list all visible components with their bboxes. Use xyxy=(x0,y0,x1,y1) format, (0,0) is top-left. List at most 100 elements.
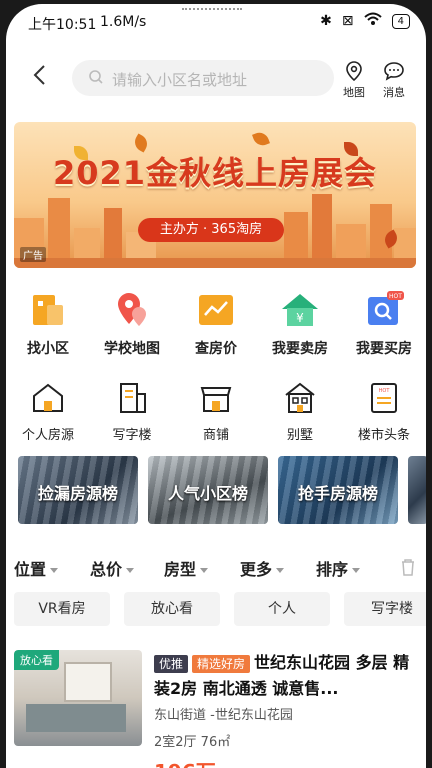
ranking-card-popular[interactable]: 人气小区榜 xyxy=(148,456,268,524)
grid-item-find-community[interactable]: 找小区 xyxy=(8,288,88,358)
chip-vr[interactable]: VR看房 xyxy=(14,592,110,626)
chevron-down-icon xyxy=(352,568,361,573)
sim-icon: ⊠ xyxy=(341,13,354,29)
filter-sort[interactable]: 排序 xyxy=(316,556,361,580)
sell-house-icon: ¥ xyxy=(260,288,340,332)
messages-button[interactable]: 消息 xyxy=(376,60,412,100)
banner-title: 2021金秋线上房展会 xyxy=(52,154,378,192)
filter-location[interactable]: 位置 xyxy=(14,556,59,580)
cabinet-graphic xyxy=(26,704,126,732)
map-label: 地图 xyxy=(343,86,365,99)
listing-title: 优推 精选好房 世纪东山花园 多层 精装2房 南北通透 诚意售... xyxy=(154,650,418,702)
filter-price[interactable]: 总价 xyxy=(90,556,135,580)
grid-item-label: 商铺 xyxy=(202,428,229,443)
grid-item-label: 别墅 xyxy=(286,428,313,443)
trash-icon xyxy=(402,559,414,576)
chevron-left-icon xyxy=(33,65,45,85)
grid-item-office[interactable]: 写字楼 xyxy=(92,376,172,443)
maple-leaf-icon xyxy=(252,130,270,148)
ranking-card-hot[interactable]: 抢手房源榜 xyxy=(278,456,398,524)
office-icon xyxy=(92,376,172,420)
chevron-down-icon xyxy=(50,568,59,573)
grid-item-label: 查房价 xyxy=(195,341,237,357)
quick-filter-chips: VR看房 放心看 个人 写字楼 xyxy=(14,592,426,628)
grid-item-school-map[interactable]: 学校地图 xyxy=(92,288,172,358)
chevron-down-icon xyxy=(200,568,209,573)
shop-icon xyxy=(176,376,256,420)
battery-icon: 4 xyxy=(391,13,410,29)
map-pin-icon xyxy=(346,61,362,82)
status-icons: ✱ ⊠ 4 xyxy=(320,12,410,30)
status-bar: 上午10:51 1.6M/s ✱ ⊠ 4 xyxy=(6,4,426,40)
grid-item-house-price[interactable]: 查房价 xyxy=(176,288,256,358)
grid-item-property-news[interactable]: HOT 楼市头条 xyxy=(344,376,424,443)
grid-item-sell-house[interactable]: ¥ 我要卖房 xyxy=(260,288,340,358)
secondary-feature-grid: 个人房源 写字楼 商铺 别墅 HOT 楼市头条 xyxy=(6,376,426,443)
grid-item-buy-house[interactable]: HOT 我要买房 xyxy=(344,288,424,358)
ranking-card-bargain[interactable]: 捡漏房源榜 xyxy=(18,456,138,524)
ranking-card-title: 抢手房源榜 xyxy=(297,484,378,503)
news-icon: HOT xyxy=(344,376,424,420)
grid-item-label: 我要卖房 xyxy=(272,341,328,357)
filter-bar: 位置 总价 房型 更多 排序 xyxy=(6,556,426,582)
back-button[interactable] xyxy=(26,60,56,90)
filter-more[interactable]: 更多 xyxy=(240,556,285,580)
ranking-card-partial[interactable] xyxy=(408,456,426,524)
main-feature-grid: 找小区 学校地图 查房价 ¥ 我要卖房 HOT 我要买房 xyxy=(6,288,426,358)
filter-layout[interactable]: 房型 xyxy=(164,556,209,580)
grid-item-shop[interactable]: 商铺 xyxy=(176,376,256,443)
chip-office[interactable]: 写字楼 xyxy=(344,592,426,626)
search-icon xyxy=(88,69,104,89)
app-screen: 上午10:51 1.6M/s ✱ ⊠ 4 请输入小区名或地址 地图 消息 202… xyxy=(6,4,426,768)
grid-item-label: 楼市头条 xyxy=(357,428,410,443)
chip-trusted[interactable]: 放心看 xyxy=(124,592,220,626)
promoted-badge: 优推 xyxy=(154,654,189,673)
grid-item-label: 学校地图 xyxy=(104,341,160,357)
hot-badge: HOT xyxy=(379,388,391,394)
grid-item-label: 个人房源 xyxy=(21,428,74,443)
listing-spec: 2室2厅 76㎡ xyxy=(154,735,231,750)
school-map-icon xyxy=(92,288,172,332)
villa-icon xyxy=(260,376,340,420)
grid-item-label: 找小区 xyxy=(27,341,69,357)
listing-location: 东山街道 -世纪东山花园 xyxy=(154,708,293,723)
window-graphic xyxy=(64,662,112,702)
bluetooth-icon: ✱ xyxy=(320,13,332,29)
chat-bubble-icon xyxy=(384,62,404,81)
wifi-icon xyxy=(363,12,382,30)
status-network-speed: 1.6M/s xyxy=(100,14,147,30)
grid-item-label: 我要买房 xyxy=(356,341,412,357)
promo-banner[interactable]: 2021金秋线上房展会 主办方 · 365淘房 广告 xyxy=(14,122,416,268)
grid-item-label: 写字楼 xyxy=(112,428,152,443)
maple-leaf-icon xyxy=(131,133,151,153)
list-item[interactable]: 放心看 优推 精选好房 世纪东山花园 多层 精装2房 南北通透 诚意售... 东山街… xyxy=(14,650,418,768)
listing-photo: 放心看 xyxy=(14,650,142,746)
ranking-card-title: 捡漏房源榜 xyxy=(37,484,118,503)
price-chart-icon xyxy=(176,288,256,332)
svg-text:¥: ¥ xyxy=(296,311,304,325)
status-time: 上午10:51 xyxy=(28,17,97,33)
personal-house-icon xyxy=(8,376,88,420)
speaker-notch xyxy=(182,4,242,10)
grid-item-villa[interactable]: 别墅 xyxy=(260,376,340,443)
ranking-card-title: 人气小区榜 xyxy=(167,484,248,503)
grid-item-personal-listings[interactable]: 个人房源 xyxy=(8,376,88,443)
chevron-down-icon xyxy=(126,568,135,573)
chevron-down-icon xyxy=(276,568,285,573)
listing-info: 优推 精选好房 世纪东山花园 多层 精装2房 南北通透 诚意售... 东山街道 -世… xyxy=(154,650,418,768)
map-button[interactable]: 地图 xyxy=(336,60,372,100)
clear-filter-button[interactable] xyxy=(400,558,416,580)
banner-organizer: 主办方 · 365淘房 xyxy=(138,218,284,242)
community-icon xyxy=(8,288,88,332)
messages-label: 消息 xyxy=(383,86,405,99)
ad-label: 广告 xyxy=(20,247,46,262)
trusted-tag: 放心看 xyxy=(14,650,59,670)
featured-badge: 精选好房 xyxy=(192,654,251,673)
top-bar: 请输入小区名或地址 地图 消息 xyxy=(6,50,426,102)
buy-house-icon: HOT xyxy=(344,288,424,332)
chip-personal[interactable]: 个人 xyxy=(234,592,330,626)
hot-badge: HOT xyxy=(389,293,402,300)
ranking-lists: 捡漏房源榜 人气小区榜 抢手房源榜 xyxy=(18,456,426,524)
search-input[interactable]: 请输入小区名或地址 xyxy=(72,60,334,96)
listing-price: 196万 xyxy=(154,756,418,768)
